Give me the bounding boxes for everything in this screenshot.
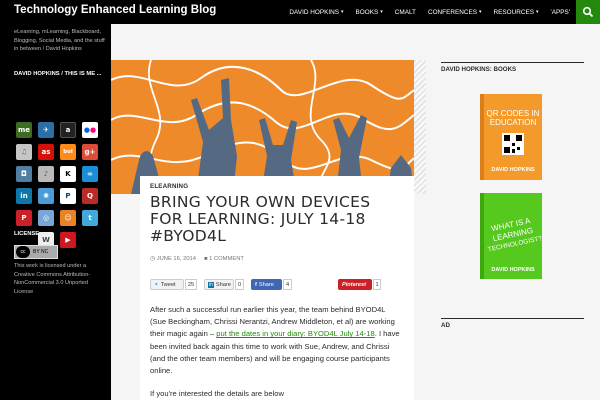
featured-image-stripe (414, 60, 426, 194)
itunes-2-icon[interactable]: ♪ (38, 166, 54, 182)
book-qr-codes-cover[interactable]: QR CODES IN EDUCATION DAVID HOPKINS (480, 94, 542, 180)
post-paragraph-2: If you're interested the details are bel… (150, 389, 284, 398)
post-title[interactable]: BRING YOUR OWN DEVICES FOR LEARNING: JUL… (150, 194, 400, 245)
post-category[interactable]: ELEARNING (150, 183, 188, 190)
book1-author: DAVID HOPKINS (491, 167, 535, 173)
facebook-share-button[interactable]: f Share (251, 279, 282, 290)
pinterest-button[interactable]: Pinterest (338, 279, 372, 290)
twitter-bird-icon: ✦ (154, 281, 159, 288)
slideshare-icon[interactable]: ☺ (60, 210, 76, 226)
cc-license-badge[interactable]: cc BY NC (14, 245, 58, 259)
profile-heading: DAVID HOPKINS / THIS IS ME ... (14, 71, 102, 77)
kindle-icon[interactable]: K (60, 166, 76, 182)
nav-item-label: 'APPS' (550, 8, 571, 16)
left-sidebar: eLearning, mLearning, Blackboard, Bloggi… (0, 24, 111, 400)
itunes-3-icon[interactable]: ◎ (38, 210, 54, 226)
pinterest-count: 1 (373, 279, 381, 290)
license-heading: LICENSE (14, 231, 40, 237)
nav-item-conferences[interactable]: CONFERENCES ▾ (422, 9, 488, 16)
linkedin-share-label: Share (215, 281, 231, 288)
byod4l-dates-link[interactable]: put the dates in your diary: BYOD4L July… (216, 329, 374, 338)
site-title[interactable]: Technology Enhanced Learning Blog (14, 4, 216, 16)
facebook-share-label: Share (258, 281, 274, 288)
blog-icon[interactable]: ✺ (38, 188, 54, 204)
lastfm-icon[interactable]: as (38, 144, 54, 160)
site-header: Technology Enhanced Learning Blog DAVID … (0, 0, 600, 24)
chevron-down-icon: ▾ (535, 9, 539, 15)
nav-item-label: CONFERENCES (427, 8, 477, 16)
quora-icon[interactable]: Q (82, 188, 98, 204)
tweet-count: 25 (185, 279, 197, 290)
chevron-down-icon: ▾ (380, 9, 383, 15)
nav-item-books[interactable]: BOOKS ▾ (350, 9, 389, 16)
tweet-button[interactable]: ✦ Tweet (150, 279, 184, 290)
post-date-label: JUNE 16, 2014 (156, 256, 197, 262)
book1-title-line-2: EDUCATION (490, 118, 537, 127)
amazon-icon[interactable]: a (60, 122, 76, 138)
nav-item-label: RESOURCES (493, 8, 534, 16)
chevron-down-icon: ▾ (341, 9, 344, 15)
paypal-icon[interactable]: P (60, 188, 76, 204)
flickr-icon[interactable]: ● ● (82, 122, 98, 138)
post-comments[interactable]: ■ 1 COMMENT (204, 256, 244, 262)
bol-icon[interactable]: bol (60, 144, 76, 160)
nav-item-label: CMALT (394, 8, 416, 16)
nav-item-apps[interactable]: 'APPS' (545, 9, 577, 16)
twitter-icon[interactable]: t (82, 210, 98, 226)
featured-image[interactable] (111, 60, 414, 194)
clock-icon: ◷ (150, 256, 156, 262)
linkedin-icon[interactable]: in (16, 188, 32, 204)
nav-item-david-hopkins[interactable]: DAVID HOPKINS ▾ (283, 9, 349, 16)
cc-icon: cc (16, 246, 30, 258)
primary-nav: DAVID HOPKINS ▾ BOOKS ▾ CMALT CONFERENCES ▾ RES… (283, 0, 576, 24)
nav-item-cmalt[interactable]: CMALT (389, 9, 422, 16)
pinterest-icon[interactable]: P (16, 210, 32, 226)
nav-item-label: BOOKS (355, 8, 379, 16)
books-widget-title: DAVID HOPKINS: BOOKS (441, 62, 584, 73)
post-comments-label: 1 COMMENT (209, 256, 244, 262)
tripit-icon[interactable]: ✈ (38, 122, 54, 138)
itunes-icon[interactable]: ♫ (16, 144, 32, 160)
google-plus-icon[interactable]: g+ (82, 144, 98, 160)
pinterest-label: Pinterest (342, 281, 366, 288)
tweet-label: Tweet (160, 281, 176, 288)
search-toggle[interactable] (576, 0, 600, 24)
post-date[interactable]: ◷ JUNE 16, 2014 (150, 256, 196, 262)
ad-widget-title: AD (441, 318, 584, 329)
linkedin-small-icon: in (208, 281, 214, 288)
facebook-icon: f (255, 281, 257, 288)
book2-author: DAVID HOPKINS (491, 267, 535, 273)
linkedin-share-button[interactable]: in Share (204, 279, 234, 290)
book1-title-line-1: QR CODES IN (487, 109, 540, 118)
nav-item-label: DAVID HOPKINS (289, 8, 340, 16)
facebook-count: 4 (283, 279, 292, 290)
post-meta: ◷ JUNE 16, 2014 ■ 1 COMMENT (150, 256, 244, 262)
linkedin-count: 0 (235, 279, 244, 290)
book-learning-technologist-cover[interactable]: WHAT IS A LEARNING TECHNOLOGIST? DAVID H… (480, 193, 542, 279)
post-paragraph-1: After such a successful run earlier this… (150, 304, 400, 377)
nav-item-resources[interactable]: RESOURCES ▾ (488, 9, 545, 16)
chevron-down-icon: ▾ (478, 9, 482, 15)
share-buttons: ✦ Tweet 25 in Share 0 f Share 4 Pinterest 1 (150, 279, 390, 291)
comment-icon: ■ (204, 256, 208, 262)
site-tagline: eLearning, mLearning, Blackboard, Bloggi… (14, 29, 105, 52)
search-icon (582, 6, 594, 18)
instagram-icon[interactable]: ◘ (16, 166, 32, 182)
me-icon[interactable]: me (16, 122, 32, 138)
license-text: This work is licensed under a Creative C… (14, 263, 91, 295)
cc-by-label: BY NC (33, 249, 49, 255)
kobo-icon[interactable]: ∞ (82, 166, 98, 182)
